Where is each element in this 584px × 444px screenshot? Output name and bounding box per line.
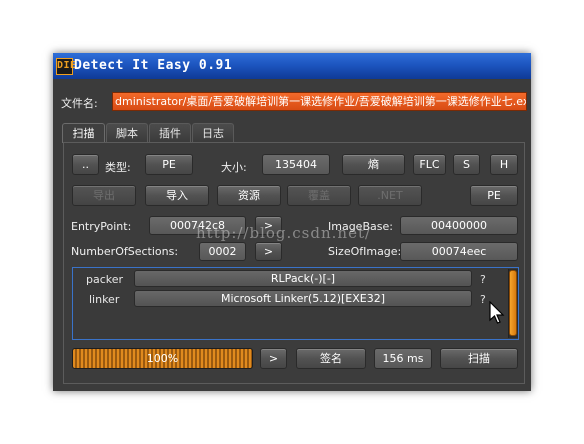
file-path-field[interactable]: dministrator/桌面/吾爱破解培训第一课选修作业/吾爱破解培训第一课选… xyxy=(112,92,527,111)
result-type: packer xyxy=(86,273,124,286)
size-label: 大小: xyxy=(221,161,247,174)
type-value-button[interactable]: PE xyxy=(145,154,193,175)
result-type: linker xyxy=(89,293,120,306)
sizeofimage-label: SizeOfImage: xyxy=(328,245,402,258)
size-value: 135404 xyxy=(262,154,330,175)
entropy-button[interactable]: 熵 xyxy=(342,154,405,175)
title-bar[interactable]: DIE Detect It Easy 0.91 xyxy=(53,53,531,79)
mouse-cursor-icon xyxy=(489,301,505,324)
scan-progress-bar: 100% xyxy=(72,348,253,369)
sections-label: NumberOfSections: xyxy=(71,245,179,258)
strings-button[interactable]: S xyxy=(453,154,480,175)
sections-value: 0002 xyxy=(199,242,246,261)
sizeofimage-value: 00074eec xyxy=(400,242,518,261)
resources-button[interactable]: 资源 xyxy=(217,185,281,206)
overlay-button[interactable]: 覆盖 xyxy=(287,185,351,206)
result-name[interactable]: Microsoft Linker(5.12)[EXE32] xyxy=(134,290,472,307)
result-info-button[interactable]: ? xyxy=(480,273,486,286)
hex-button[interactable]: H xyxy=(490,154,518,175)
result-name[interactable]: RLPack(-)[-] xyxy=(134,270,472,287)
browse-button[interactable]: .. xyxy=(72,154,99,175)
entrypoint-label: EntryPoint: xyxy=(71,220,132,233)
flc-button[interactable]: FLC xyxy=(413,154,446,175)
signature-button[interactable]: 签名 xyxy=(296,348,366,369)
progress-text: 100% xyxy=(146,352,179,365)
tab-scan[interactable]: 扫描 xyxy=(62,123,105,143)
imagebase-value: 00400000 xyxy=(400,216,518,235)
dotnet-button[interactable]: .NET xyxy=(358,185,422,206)
results-scrollbar-thumb[interactable] xyxy=(509,270,517,336)
tab-scripts[interactable]: 脚本 xyxy=(106,123,148,143)
type-label: 类型: xyxy=(105,161,131,174)
import-button[interactable]: 导入 xyxy=(145,185,209,206)
pe-button[interactable]: PE xyxy=(470,185,518,206)
scan-time-value: 156 ms xyxy=(374,348,432,369)
window-title: Detect It Easy 0.91 xyxy=(74,58,233,73)
export-button[interactable]: 导出 xyxy=(72,185,136,206)
result-info-button[interactable]: ? xyxy=(480,293,486,306)
watermark: http://blog.csdn.net/ xyxy=(196,224,372,242)
sections-goto-button[interactable]: > xyxy=(255,242,282,261)
tab-log[interactable]: 日志 xyxy=(192,123,234,143)
app-logo-icon: DIE xyxy=(56,58,76,75)
scan-button[interactable]: 扫描 xyxy=(440,348,518,369)
tab-plugins[interactable]: 插件 xyxy=(149,123,191,143)
next-button[interactable]: > xyxy=(260,348,287,369)
file-name-label: 文件名: xyxy=(61,97,98,110)
